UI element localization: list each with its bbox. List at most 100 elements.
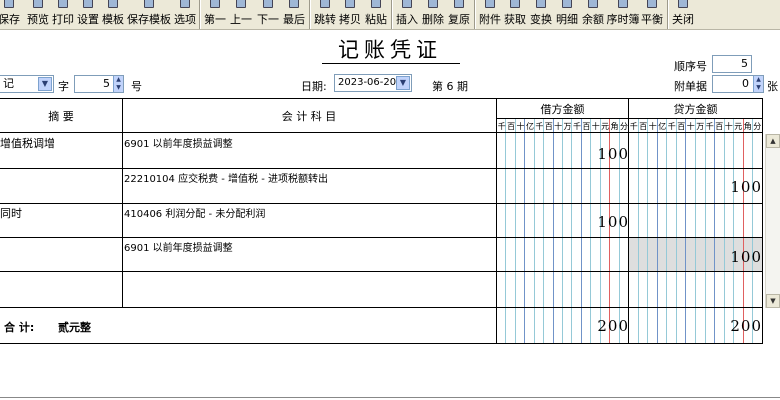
save-icon	[4, 0, 14, 8]
journal-button[interactable]: 序时簿	[606, 0, 640, 29]
template-button[interactable]: 模板	[101, 0, 125, 29]
date-picker[interactable]: 2023-06-20 ▼	[334, 74, 412, 92]
paste-button[interactable]: 粘贴	[364, 0, 388, 29]
word-label: 字	[58, 80, 69, 93]
row-divider	[0, 271, 763, 272]
voucher-title: 记账凭证	[338, 38, 442, 62]
toolbar-separator	[667, 0, 669, 29]
table-right-border	[762, 98, 763, 344]
chevron-down-icon[interactable]: ▼	[38, 77, 52, 91]
summary-account-divider	[122, 98, 123, 307]
copy-button[interactable]: 拷贝	[338, 0, 362, 29]
next-icon	[263, 0, 273, 8]
first-icon	[210, 0, 220, 8]
account-cell[interactable]: 22210104 应交税费 - 增值税 - 进项税额转出	[124, 170, 328, 185]
window-bottom-edge	[0, 397, 780, 398]
fetch-button[interactable]: 获取	[503, 0, 527, 29]
restore-icon	[454, 0, 464, 8]
detail-button[interactable]: 明细	[555, 0, 579, 29]
digit-column-line	[590, 118, 592, 344]
summary-column-header: 摘 要	[48, 110, 74, 123]
spin-arrows-icon[interactable]: ▲ ▼	[753, 76, 763, 92]
voucher-word-select[interactable]: 记 ▼	[0, 75, 54, 93]
digit-column-line	[505, 118, 507, 344]
attachment-button[interactable]: 附件	[478, 0, 502, 29]
transform-icon	[536, 0, 546, 8]
transform-button[interactable]: 变换	[529, 0, 553, 29]
copy-icon	[345, 0, 355, 8]
debit-amount[interactable]: 100	[597, 213, 629, 231]
vertical-scrollbar[interactable]: ▲ ▼	[765, 134, 780, 308]
insert-button[interactable]: 插入	[395, 0, 419, 29]
digit-column-line	[552, 118, 554, 344]
journal-icon	[618, 0, 628, 8]
last-icon	[289, 0, 299, 8]
total-credit-amount: 200	[730, 317, 762, 335]
save-button[interactable]: 保存	[0, 0, 22, 29]
digit-column-line	[723, 118, 725, 344]
summary-cell[interactable]: 增值税调增	[0, 135, 55, 151]
voucher-number-stepper[interactable]: 5 ▲ ▼	[74, 75, 124, 93]
next-button[interactable]: 下一	[256, 0, 280, 29]
credit-amount[interactable]: 100	[730, 248, 762, 266]
chevron-down-icon[interactable]: ▼	[396, 76, 410, 90]
row-divider	[0, 203, 763, 204]
attachment-icon	[485, 0, 495, 8]
close-button[interactable]: 关闭	[671, 0, 695, 29]
digit-column-line	[571, 118, 573, 344]
settings-icon	[83, 0, 93, 8]
jump-icon	[320, 0, 330, 8]
account-cell[interactable]: 6901 以前年度损益调整	[124, 135, 233, 150]
debit-column-header: 借方金额	[540, 103, 585, 116]
spin-arrows-icon[interactable]: ▲ ▼	[113, 76, 123, 92]
restore-button[interactable]: 复原	[447, 0, 471, 29]
credit-amount[interactable]: 100	[730, 178, 762, 196]
balance-button[interactable]: 余额	[581, 0, 605, 29]
digit-column-line	[637, 118, 639, 344]
balance-check-icon	[647, 0, 657, 8]
options-button[interactable]: 选项	[173, 0, 197, 29]
summary-cell[interactable]: 同时	[0, 205, 22, 221]
print-button[interactable]: 打印	[51, 0, 75, 29]
digit-column-line	[543, 118, 545, 344]
save-template-button[interactable]: 保存模板	[126, 0, 172, 29]
debit-amount[interactable]: 100	[597, 145, 629, 163]
sequence-number-field[interactable]: 5	[712, 55, 752, 73]
table-top-border	[0, 98, 763, 99]
jump-button[interactable]: 跳转	[313, 0, 337, 29]
date-value: 2023-06-20	[338, 77, 397, 88]
toolbar-separator	[474, 0, 476, 29]
toolbar-separator	[309, 0, 311, 29]
digit-column-line	[752, 118, 754, 344]
date-label: 日期:	[301, 80, 327, 93]
digit-column-line	[685, 118, 687, 344]
attachment-count-stepper[interactable]: 0 ▲ ▼	[712, 75, 764, 93]
balance-check-button[interactable]: 平衡	[640, 0, 664, 29]
account-cell[interactable]: 410406 利润分配 - 未分配利润	[124, 205, 265, 220]
previous-icon	[236, 0, 246, 8]
voucher-number-value: 5	[103, 77, 110, 90]
digit-column-line	[695, 118, 696, 344]
attachment-count-value: 0	[742, 77, 749, 90]
settings-button[interactable]: 设置	[76, 0, 100, 29]
delete-button[interactable]: 删除	[421, 0, 445, 29]
toolbar-separator	[391, 0, 393, 29]
voucher-word-value: 记	[3, 77, 14, 90]
number-label: 号	[131, 80, 142, 93]
close-icon	[678, 0, 688, 8]
last-button[interactable]: 最后	[282, 0, 306, 29]
first-button[interactable]: 第一	[203, 0, 227, 29]
scroll-down-icon[interactable]: ▼	[766, 294, 780, 308]
toolbar-separator	[199, 0, 201, 29]
digit-column-line	[524, 118, 526, 344]
account-cell[interactable]: 6901 以前年度损益调整	[124, 239, 233, 254]
total-amount-in-words: 贰元整	[58, 321, 91, 334]
preview-icon	[33, 0, 43, 8]
previous-button[interactable]: 上一	[229, 0, 253, 29]
account-column-header: 会 计 科 目	[281, 110, 337, 123]
table-bottom-border	[0, 343, 763, 344]
fetch-icon	[510, 0, 520, 8]
scroll-up-icon[interactable]: ▲	[766, 134, 780, 148]
preview-button[interactable]: 预览	[26, 0, 50, 29]
attachment-count-label: 附单据	[674, 80, 707, 93]
